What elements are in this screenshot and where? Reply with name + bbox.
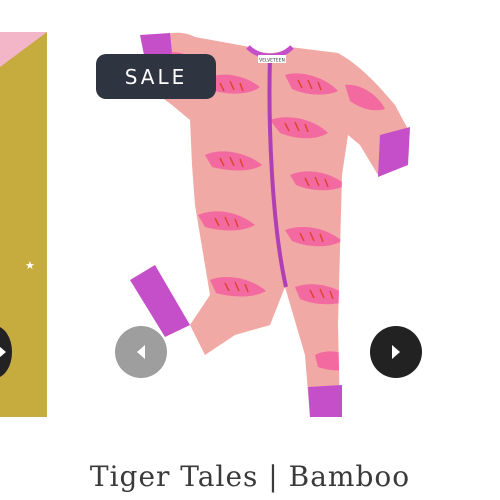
product-title[interactable]: Tiger Tales | Bamboo [0, 460, 500, 493]
carousel-prev-button[interactable] [115, 326, 167, 378]
collar-trim [246, 45, 294, 59]
chevron-left-icon [137, 345, 145, 359]
star-icon: ★ [25, 259, 35, 272]
sale-badge: SALE [96, 54, 216, 99]
svg-text:VELVETEEN: VELVETEEN [259, 58, 285, 64]
chevron-right-icon [392, 345, 400, 359]
right-sleeve-cuff [378, 127, 410, 177]
carousel-next-button[interactable] [370, 326, 422, 378]
adjacent-card-pattern [0, 32, 47, 67]
right-foot-cuff [308, 385, 342, 417]
